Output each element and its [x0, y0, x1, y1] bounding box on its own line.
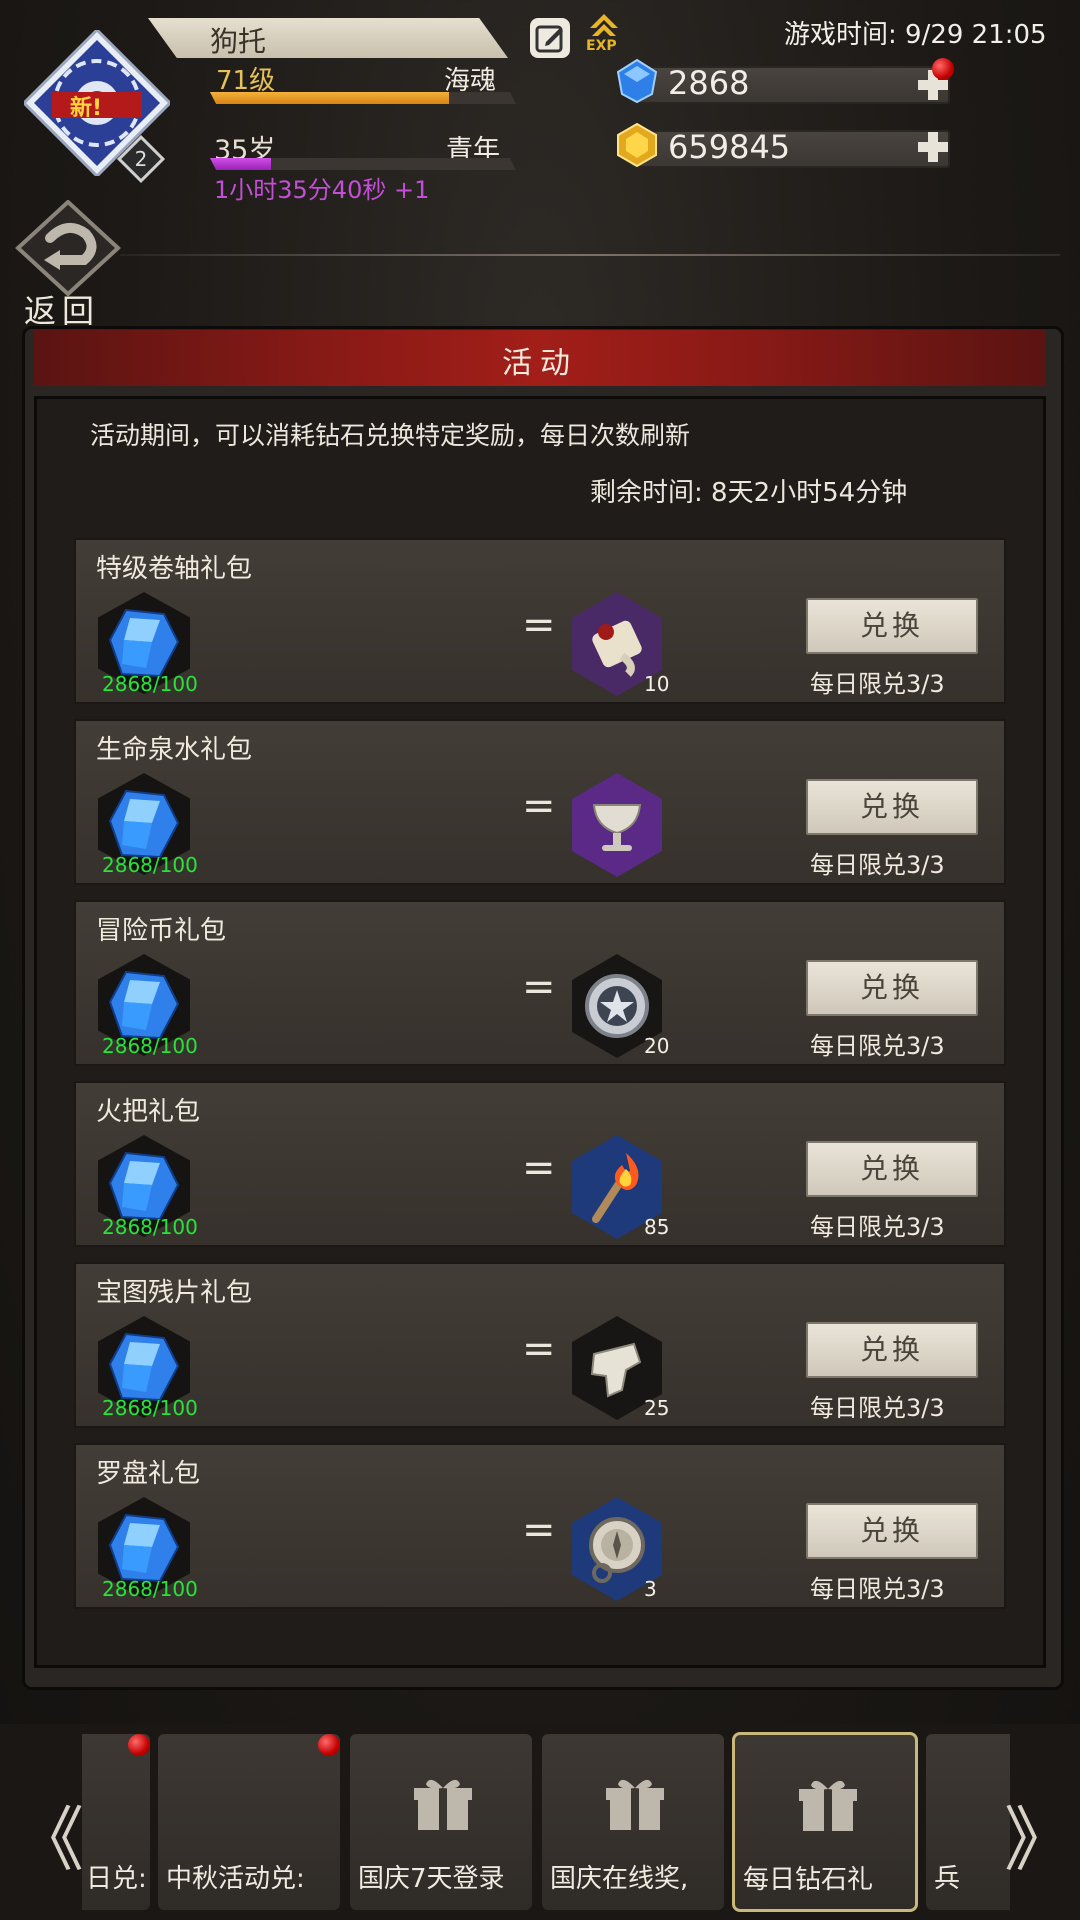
tab-label: 国庆在线奖, [550, 1864, 689, 1894]
player-title: 海魂 [444, 66, 497, 96]
activity-tab[interactable]: 每日钻石礼 [732, 1732, 918, 1912]
player-level: 71级 [216, 66, 276, 96]
reward-quantity: 25 [644, 1396, 670, 1420]
tab-label: 中秋活动兑: [166, 1864, 305, 1894]
diamond-cost: 2868/100 [102, 672, 198, 696]
tab-label: 兵 [934, 1864, 961, 1894]
offer-title: 冒险币礼包 [96, 916, 227, 946]
new-badge: 新! [70, 96, 103, 121]
offer-row: 罗盘礼包 2868/100 = 3 兑换每日限兑3/3 [74, 1443, 1006, 1609]
tab-label: 国庆7天登录 [358, 1864, 505, 1894]
offer-title: 罗盘礼包 [96, 1459, 201, 1489]
daily-limit: 每日限兑3/3 [810, 851, 945, 879]
exchange-button[interactable]: 兑换 [806, 779, 978, 835]
activity-tab[interactable]: 中秋活动兑: [156, 1732, 342, 1912]
gift-icon [414, 1779, 472, 1830]
back-button[interactable] [14, 199, 122, 297]
back-arrow-icon [15, 199, 121, 297]
activity-tab[interactable]: 国庆在线奖, [540, 1732, 726, 1912]
exchange-button[interactable]: 兑换 [806, 598, 978, 654]
equals-sign: = [522, 1145, 556, 1191]
offer-title: 宝图残片礼包 [96, 1278, 253, 1308]
exp-icon[interactable]: EXP [584, 12, 624, 58]
level-progress-fill [210, 92, 449, 104]
daily-limit: 每日限兑3/3 [810, 1213, 945, 1241]
equals-sign: = [522, 783, 556, 829]
daily-limit: 每日限兑3/3 [810, 1394, 945, 1422]
gift-icon [799, 1780, 857, 1831]
gold-icon [614, 122, 660, 172]
diamond-cost: 2868/100 [102, 853, 198, 877]
daily-limit: 每日限兑3/3 [810, 1032, 945, 1060]
activity-tab[interactable]: 国庆7天登录 [348, 1732, 534, 1912]
tab-notify-dot [128, 1734, 150, 1756]
offer-row: 宝图残片礼包 2868/100 = 25 兑换每日限兑3/3 [74, 1262, 1006, 1428]
add-gold-button[interactable] [916, 130, 950, 164]
tab-notify-dot [318, 1734, 340, 1756]
exchange-button[interactable]: 兑换 [806, 1141, 978, 1197]
daily-limit: 每日限兑3/3 [810, 1575, 945, 1603]
tabs-prev-button[interactable]: 《 [14, 1784, 84, 1885]
diamond-icon [614, 58, 660, 108]
equals-sign: = [522, 964, 556, 1010]
remaining-time: 剩余时间: 8天2小时54分钟 [590, 478, 908, 508]
gold-count: 659845 [668, 128, 791, 166]
tabs-next-button[interactable]: 》 [1004, 1784, 1074, 1885]
plus-icon [918, 132, 948, 162]
diamond-cost: 2868/100 [102, 1577, 198, 1601]
reward-quantity: 85 [644, 1215, 670, 1239]
daily-limit: 每日限兑3/3 [810, 670, 945, 698]
header-divider [120, 254, 1060, 256]
diamond-cost: 2868/100 [102, 1215, 198, 1239]
reward-quantity: 20 [644, 1034, 670, 1058]
gift-icon [606, 1779, 664, 1830]
equals-sign: = [522, 1326, 556, 1372]
offer-row: 生命泉水礼包 2868/100 = 兑换每日限兑3/3 [74, 719, 1006, 885]
player-name-plate[interactable]: 狗托 [148, 18, 508, 58]
reward-quantity: 3 [644, 1577, 657, 1601]
age-progress-bar [210, 158, 516, 170]
panel-title: 活动 [502, 346, 578, 381]
chalice-icon[interactable] [572, 773, 662, 877]
offer-title: 火把礼包 [96, 1097, 201, 1127]
age-timer: 1小时35分40秒 +1 [214, 176, 430, 204]
equals-sign: = [522, 602, 556, 648]
diamond-count: 2868 [668, 64, 750, 102]
offer-row: 特级卷轴礼包 2868/100 = 10 兑换每日限兑3/3 [74, 538, 1006, 704]
tab-label: 每日钻石礼 [743, 1865, 874, 1895]
player-name: 狗托 [210, 25, 267, 58]
level-progress-bar [210, 92, 516, 104]
offer-title: 生命泉水礼包 [96, 735, 253, 765]
equals-sign: = [522, 1507, 556, 1553]
tab-label: 日兑: [86, 1864, 147, 1894]
offer-row: 火把礼包 2868/100 = 85 兑换每日限兑3/3 [74, 1081, 1006, 1247]
diamond-cost: 2868/100 [102, 1034, 198, 1058]
diamond-notify-dot [932, 58, 954, 80]
edit-icon [535, 25, 563, 53]
offer-row: 冒险币礼包 2868/100 = 20 兑换每日限兑3/3 [74, 900, 1006, 1066]
activity-description: 活动期间，可以消耗钻石兑换特定奖励，每日次数刷新 [90, 421, 691, 450]
offer-title: 特级卷轴礼包 [96, 554, 253, 584]
exchange-button[interactable]: 兑换 [806, 960, 978, 1016]
edit-name-button[interactable] [530, 18, 570, 58]
exchange-button[interactable]: 兑换 [806, 1322, 978, 1378]
reward-quantity: 10 [644, 672, 670, 696]
age-progress-fill [210, 158, 272, 170]
game-time: 游戏时间: 9/29 21:05 [784, 20, 1047, 50]
diamond-cost: 2868/100 [102, 1396, 198, 1420]
exchange-button[interactable]: 兑换 [806, 1503, 978, 1559]
